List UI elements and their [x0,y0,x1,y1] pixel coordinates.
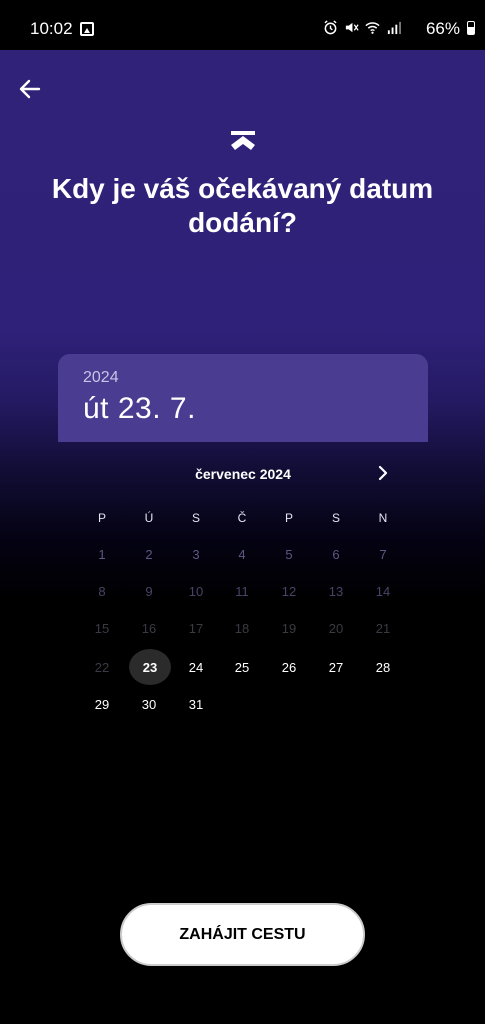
calendar-day[interactable]: 29 [82,686,122,722]
status-time: 10:02 [30,19,73,38]
calendar-day: 15 [94,620,110,636]
status-bar: 10:02 66% [0,0,485,50]
calendar-day: 17 [188,620,204,636]
calendar-day: 11 [235,583,249,599]
alarm-icon [324,20,337,35]
calendar-day: 5 [285,546,293,562]
calendar-day[interactable]: 28 [363,649,403,685]
calendar-day: 6 [332,546,340,562]
image-icon [80,22,94,36]
weekday-label: S [331,511,340,525]
page-title: Kdy je váš očekávaný datum dodání? [51,173,434,238]
calendar-day: 7 [379,546,387,562]
screen: 10:02 66% Kdy je váš očekávaný datum dod… [0,0,485,1024]
calendar-day: 22 [94,659,110,675]
month-label: červenec 2024 [195,466,291,482]
calendar-day[interactable]: 24 [176,649,216,685]
calendar-day: 4 [238,546,246,562]
calendar-day[interactable]: 31 [176,686,216,722]
calendar: červenec 2024 P Ú S Č P S N 1 2 3 4 5 6 … [58,442,428,732]
calendar-day: 10 [188,583,204,599]
calendar-day[interactable]: 25 [222,649,262,685]
calendar-day: 18 [234,620,250,636]
calendar-day: 2 [145,546,153,562]
calendar-day: 20 [328,620,344,636]
calendar-day-selected[interactable]: 23 [129,649,171,685]
weekday-label: N [378,511,388,525]
calendar-day: 21 [375,620,391,636]
calendar-day: 14 [375,583,391,599]
signal-icon [387,21,401,35]
status-icons [323,20,401,35]
weekday-label: Ú [144,511,154,525]
battery-percent: 66% [425,19,460,38]
calendar-day[interactable]: 27 [316,649,356,685]
calendar-day: 3 [192,546,200,562]
weekday-label: P [97,511,106,525]
battery-icon [467,21,475,35]
calendar-day: 19 [281,620,297,636]
mute-icon [345,22,359,33]
calendar-day: 1 [98,546,106,562]
app-logo-icon [231,131,255,150]
weekday-label: P [284,511,293,525]
calendar-day: 13 [328,583,344,599]
start-journey-button[interactable]: ZAHÁJIT CESTU [120,903,365,966]
calendar-day: 12 [281,583,297,599]
wifi-icon [365,22,380,34]
calendar-day: 9 [145,583,153,599]
selected-date-card: 2024 út 23. 7. [58,354,428,442]
calendar-day: 8 [98,583,106,599]
arrow-left-icon[interactable] [17,76,43,102]
weekday-label: Č [237,511,247,525]
chevron-right-icon[interactable] [374,464,392,482]
selected-year: 2024 [83,369,119,386]
selected-date: út 23. 7. [83,392,196,425]
calendar-day: 16 [141,620,157,636]
calendar-day[interactable]: 30 [129,686,169,722]
weekday-label: S [191,511,200,525]
calendar-day[interactable]: 26 [269,649,309,685]
